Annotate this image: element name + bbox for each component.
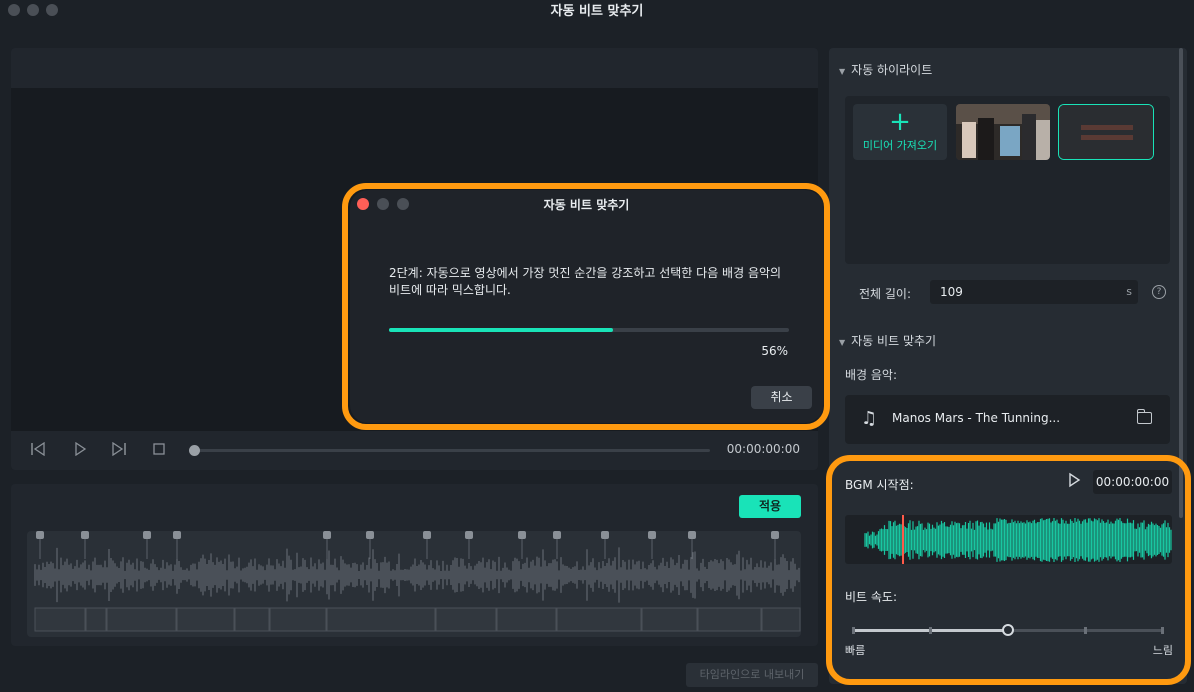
bgm-label: 배경 음악: xyxy=(845,368,898,382)
clip-segment[interactable] xyxy=(326,607,436,632)
window-title: 자동 비트 맞추기 xyxy=(550,4,644,19)
beat-marker[interactable] xyxy=(173,531,181,539)
beat-waveform-panel: 적용 xyxy=(11,484,818,646)
beat-marker[interactable] xyxy=(553,531,561,539)
music-note-icon: ♫ xyxy=(861,408,878,429)
beat-marker[interactable] xyxy=(688,531,696,539)
collapse-icon: ▼ xyxy=(839,338,846,347)
clip-segment[interactable] xyxy=(34,607,86,632)
progress-track xyxy=(389,328,789,332)
section-title: 자동 비트 맞추기 xyxy=(851,334,937,348)
progress-percent: 56% xyxy=(761,344,788,358)
title-bar: 자동 비트 맞추기 xyxy=(0,0,1194,26)
beat-marker[interactable] xyxy=(81,531,89,539)
beat-waveform[interactable] xyxy=(27,531,801,637)
prev-frame-icon[interactable] xyxy=(29,441,47,460)
music-name: Manos Mars - The Tunning... xyxy=(892,411,1061,425)
close-window-button[interactable] xyxy=(8,4,20,16)
auto-beat-sync-header[interactable]: ▼ 자동 비트 맞추기 xyxy=(839,332,936,349)
panel-scrollbar[interactable] xyxy=(1179,48,1183,518)
total-length-field[interactable]: 109 s xyxy=(930,280,1138,304)
beat-marker[interactable] xyxy=(423,531,431,539)
auto-highlight-header[interactable]: ▼ 자동 하이라이트 xyxy=(839,61,932,78)
maximize-window-button[interactable] xyxy=(46,4,58,16)
preview-header xyxy=(11,48,818,88)
export-to-timeline-button[interactable]: 타임라인으로 내보내기 xyxy=(686,663,818,687)
media-library: + 미디어 가져오기 xyxy=(845,96,1170,264)
clip-segment[interactable] xyxy=(176,607,235,632)
import-media-button[interactable]: + 미디어 가져오기 xyxy=(853,104,947,160)
stop-icon[interactable] xyxy=(150,442,168,460)
dialog-message: 2단계: 자동으로 영상에서 가장 멋진 순간을 강조하고 선택한 다음 배경 … xyxy=(389,266,782,297)
clip-segment[interactable] xyxy=(106,607,177,632)
highlight-frame-bgm xyxy=(826,455,1191,685)
beat-marker[interactable] xyxy=(648,531,656,539)
next-frame-icon[interactable] xyxy=(110,441,128,460)
apply-button[interactable]: 적용 xyxy=(739,495,801,518)
clip-segment[interactable] xyxy=(697,607,762,632)
playback-controls: 00:00:00:00 xyxy=(11,431,818,470)
play-icon[interactable] xyxy=(71,441,89,460)
clip-segment[interactable] xyxy=(556,607,642,632)
plus-icon: + xyxy=(889,107,911,137)
beat-marker[interactable] xyxy=(366,531,374,539)
clip-segment[interactable] xyxy=(761,607,801,632)
section-title: 자동 하이라이트 xyxy=(851,63,933,77)
dialog-title: 자동 비트 맞추기 xyxy=(543,198,630,212)
waveform-path xyxy=(34,547,800,603)
cancel-button[interactable]: 취소 xyxy=(751,386,812,409)
beat-marker[interactable] xyxy=(465,531,473,539)
media-thumbnail[interactable] xyxy=(956,104,1050,160)
clip-segment[interactable] xyxy=(234,607,270,632)
total-length-value: 109 xyxy=(940,285,963,299)
clip-segment[interactable] xyxy=(641,607,698,632)
total-length-label: 전체 길이: xyxy=(859,287,912,301)
beat-marker[interactable] xyxy=(36,531,44,539)
help-icon[interactable]: ? xyxy=(1152,285,1166,299)
beat-marker[interactable] xyxy=(323,531,331,539)
clip-segment[interactable] xyxy=(85,607,107,632)
folder-icon[interactable] xyxy=(1137,409,1152,424)
clip-segment[interactable] xyxy=(496,607,557,632)
beat-marker[interactable] xyxy=(143,531,151,539)
collapse-icon: ▼ xyxy=(839,67,846,76)
minimize-window-button[interactable] xyxy=(27,4,39,16)
beat-marker[interactable] xyxy=(518,531,526,539)
import-media-label: 미디어 가져오기 xyxy=(862,139,938,152)
beat-waveform-graphic xyxy=(34,531,801,632)
beat-marker[interactable] xyxy=(771,531,779,539)
playback-time: 00:00:00:00 xyxy=(726,442,800,456)
clip-segment[interactable] xyxy=(269,607,327,632)
music-selector[interactable]: ♫ Manos Mars - The Tunning... xyxy=(845,395,1170,444)
beat-marker[interactable] xyxy=(601,531,609,539)
media-thumbnail-selected[interactable] xyxy=(1058,104,1154,160)
progress-dialog: 자동 비트 맞추기 2단계: 자동으로 영상에서 가장 멋진 순간을 강조하고 … xyxy=(350,190,823,423)
total-length-unit: s xyxy=(1126,285,1132,298)
progress-fill xyxy=(389,328,613,332)
scrub-track[interactable] xyxy=(194,449,710,452)
clip-segment[interactable] xyxy=(435,607,497,632)
scrub-handle[interactable] xyxy=(189,445,200,456)
